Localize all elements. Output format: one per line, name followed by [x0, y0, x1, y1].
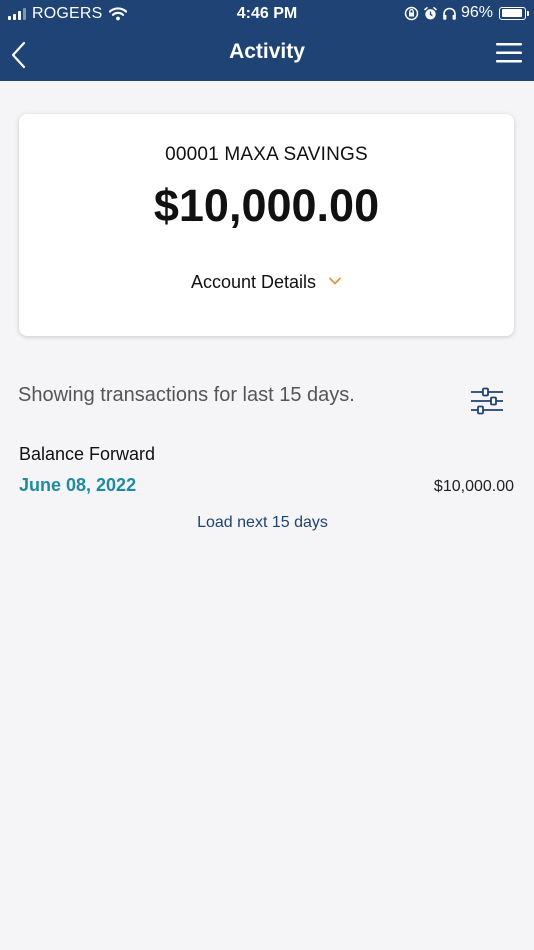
account-details-label: Account Details — [190, 272, 317, 292]
account-card: 00001 MAXA SAVINGS $10,000.00 Account De… — [19, 114, 514, 336]
app-header: ROGERS 4:46 PM 96% Activity — [0, 0, 534, 81]
status-right: 96% — [404, 4, 529, 22]
rotation-lock-icon — [404, 6, 419, 20]
account-details-toggle[interactable]: Account Details — [19, 272, 514, 293]
menu-button[interactable] — [494, 40, 524, 66]
balance-forward-label: Balance Forward — [19, 444, 156, 464]
battery-fill — [501, 9, 522, 17]
transactions-range-text: Showing transactions for last 15 days. — [18, 384, 355, 406]
account-name: 00001 MAXA SAVINGS — [165, 144, 368, 165]
page-title: Activity — [229, 40, 305, 63]
balance-forward-date: June 08, 2022 — [19, 475, 137, 495]
battery-icon — [499, 6, 529, 20]
headphones-icon — [443, 7, 456, 20]
battery-percent: 96% — [460, 4, 493, 21]
alarm-icon — [424, 6, 437, 19]
load-next-button[interactable]: Load next 15 days — [0, 514, 525, 532]
filter-button[interactable] — [470, 386, 504, 416]
balance-forward-amount: $10,000.00 — [433, 478, 514, 495]
sliders-filter-icon — [471, 387, 503, 415]
status-bar: ROGERS 4:46 PM 96% — [0, 0, 534, 28]
account-balance: $10,000.00 — [153, 180, 380, 231]
hamburger-menu-icon — [496, 43, 522, 63]
chevron-down-icon — [329, 277, 341, 284]
